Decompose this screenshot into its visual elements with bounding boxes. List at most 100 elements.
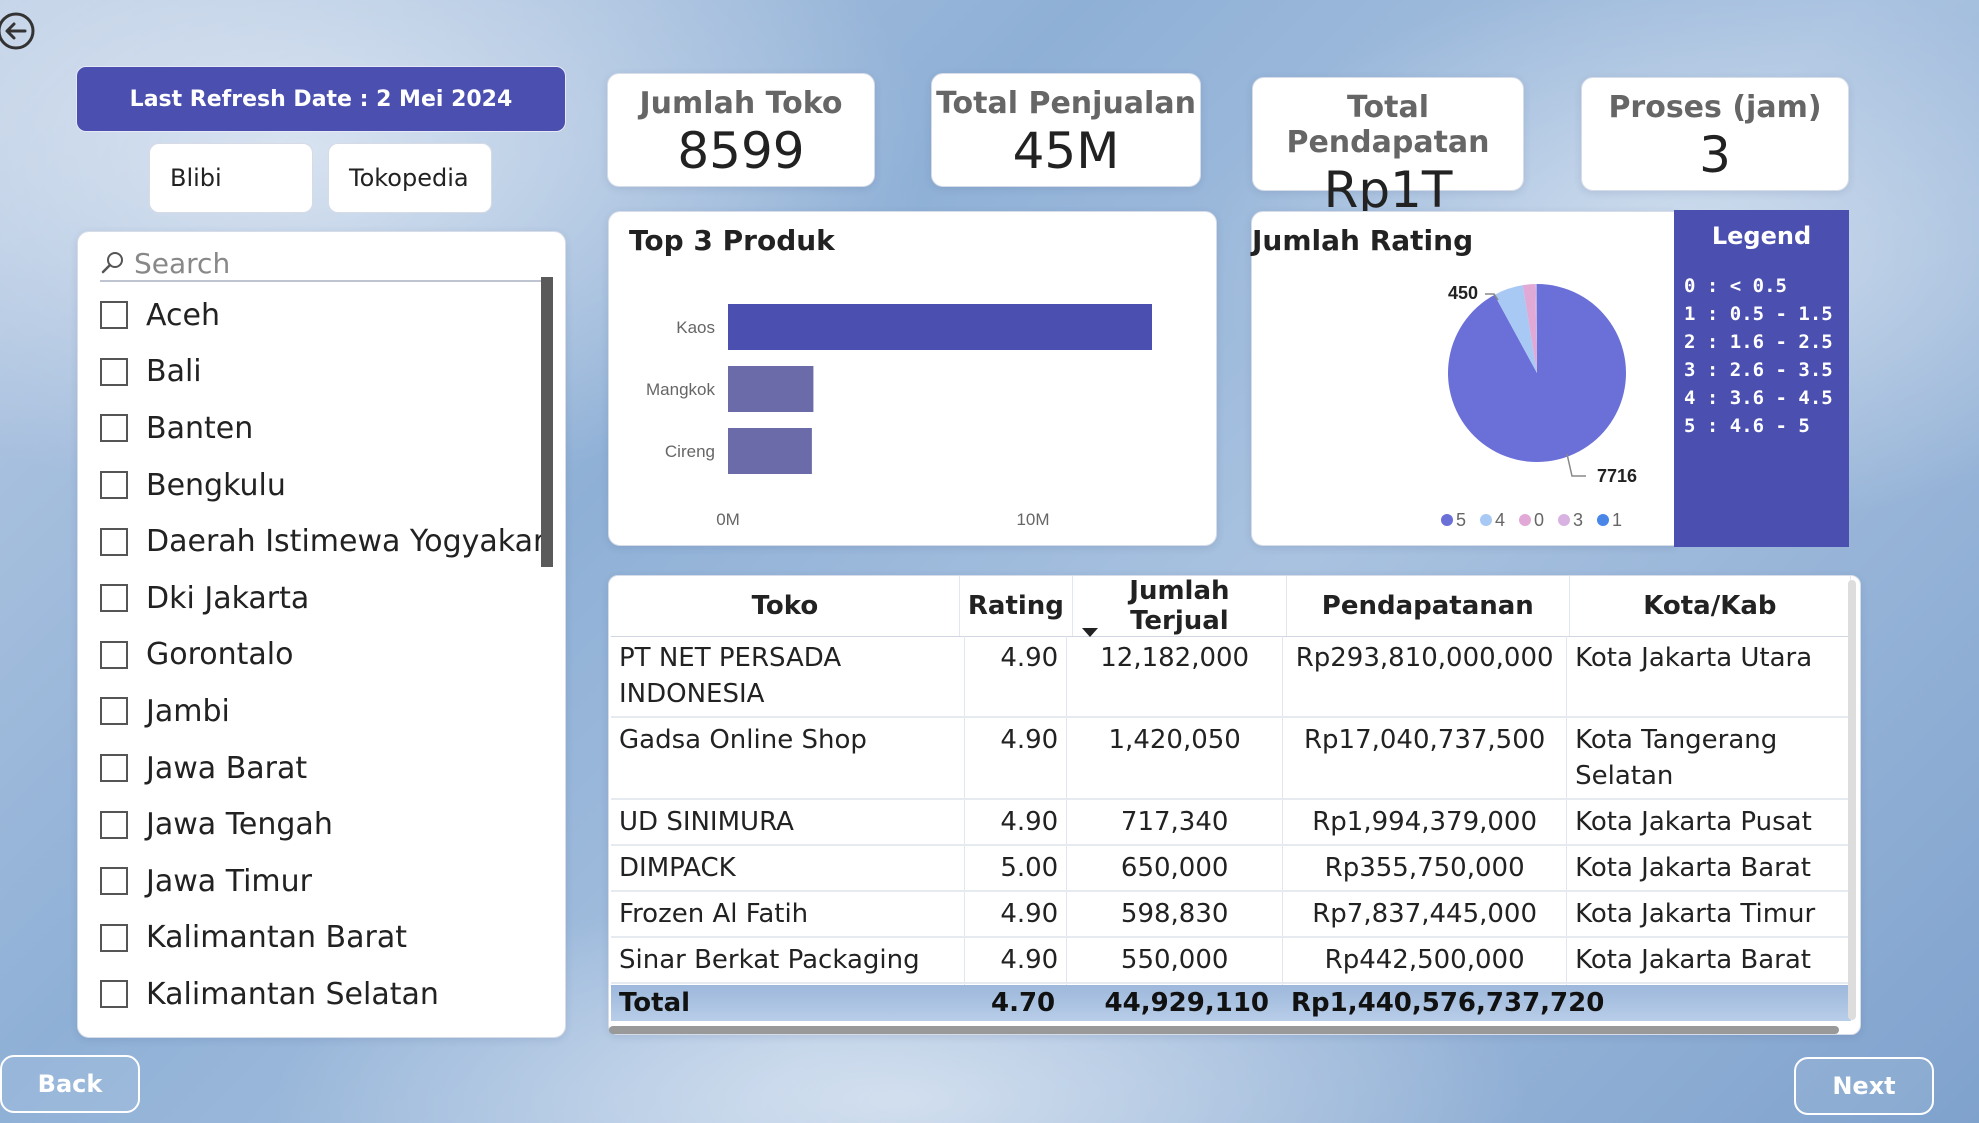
- filter-chip-blibi[interactable]: Blibi: [149, 143, 313, 213]
- store-table: Toko Rating Jumlah Terjual Pendapatanan …: [608, 575, 1861, 1035]
- checkbox[interactable]: [100, 810, 128, 839]
- cell-kota: Kota Tangerang Selatan: [1566, 717, 1851, 800]
- bar-mangkok[interactable]: [728, 366, 814, 412]
- col-header-rating[interactable]: Rating: [959, 576, 1073, 637]
- cell-pendapatan: Rp7,837,445,000: [1282, 891, 1568, 938]
- slicer-item-label: Kalimantan Selatan: [146, 976, 439, 1012]
- cell-pendapatan: Rp1,994,379,000: [1282, 799, 1568, 846]
- legend-dot-5: [1441, 514, 1453, 526]
- search-icon: [101, 252, 123, 274]
- checkbox[interactable]: [100, 754, 128, 783]
- table-horizontal-scrollbar[interactable]: [609, 1026, 1839, 1034]
- slicer-item-label: Aceh: [146, 297, 220, 333]
- slicer-item[interactable]: Gorontalo: [100, 627, 541, 684]
- slicer-item[interactable]: Jawa Barat: [100, 740, 541, 797]
- top-produk-chart: Top 3 Produk Kaos Mangkok Cireng 0M 10M: [608, 211, 1217, 546]
- legend-label: 3: [1573, 510, 1583, 530]
- slicer-item-label: Kalimantan Barat: [146, 920, 407, 956]
- cell-pendapatan: Rp17,040,737,500: [1282, 717, 1568, 800]
- store-table-body: PT NET PERSADA INDONESIA 4.90 12,182,000 Rp…: [611, 636, 1851, 985]
- cell-toko: Frozen Al Fatih: [611, 891, 966, 938]
- table-row[interactable]: Frozen Al Fatih 4.90 598,830 Rp7,837,445,00…: [611, 891, 1851, 938]
- slicer-item[interactable]: Jawa Tengah: [100, 796, 541, 853]
- cell-toko: UD SINIMURA: [611, 799, 966, 846]
- slicer-item-label: Jawa Barat: [146, 750, 308, 786]
- bar-category-label: Mangkok: [646, 380, 715, 399]
- legend-label: 0: [1534, 510, 1544, 530]
- slicer-item[interactable]: Kalimantan Barat: [100, 910, 541, 967]
- col-header-jumlah-terjual[interactable]: Jumlah Terjual: [1072, 576, 1287, 637]
- slicer-search[interactable]: Search: [100, 246, 553, 282]
- data-label-450: 450: [1448, 283, 1478, 303]
- cell-pendapatan: Rp293,810,000,000: [1282, 636, 1568, 718]
- cell-toko: Sinar Berkat Packaging: [611, 937, 966, 984]
- slicer-list: Aceh Bali Banten Bengkulu Daerah Istimewa Yo…: [100, 287, 541, 1027]
- slicer-item[interactable]: Kalimantan Selatan: [100, 966, 541, 1023]
- slicer-item[interactable]: Bali: [100, 344, 541, 401]
- table-body-viewport[interactable]: PT NET PERSADA INDONESIA 4.90 12,182,000 Rp…: [609, 636, 1854, 985]
- checkbox[interactable]: [100, 301, 128, 330]
- checkbox[interactable]: [100, 527, 128, 556]
- cell-rating: 4.90: [964, 636, 1068, 718]
- table-row[interactable]: DIMPACK 5.00 650,000 Rp355,750,000 Kota Jaka…: [611, 845, 1851, 892]
- bar-category-label: Kaos: [676, 318, 715, 337]
- slicer-item[interactable]: Dki Jakarta: [100, 570, 541, 627]
- col-header-toko[interactable]: Toko: [611, 576, 960, 637]
- filter-chip-tokopedia[interactable]: Tokopedia: [328, 143, 492, 213]
- checkbox[interactable]: [100, 584, 128, 613]
- kpi-value: 3: [1699, 126, 1731, 184]
- slicer-item[interactable]: Aceh: [100, 287, 541, 344]
- last-refresh-label: Last Refresh Date : 2 Mei 2024: [76, 66, 566, 132]
- table-row[interactable]: Sinar Berkat Packaging 4.90 550,000 Rp442,5…: [611, 937, 1851, 984]
- back-button[interactable]: Back: [0, 1055, 140, 1113]
- slicer-item[interactable]: Banten: [100, 400, 541, 457]
- bar-cireng[interactable]: [728, 428, 812, 474]
- province-slicer: Search Aceh Bali Banten Bengkulu Daerah Isti…: [77, 231, 566, 1038]
- table-row[interactable]: PT NET PERSADA INDONESIA 4.90 12,182,000 Rp…: [611, 636, 1851, 718]
- search-input[interactable]: Search: [134, 247, 230, 280]
- col-header-kota[interactable]: Kota/Kab: [1569, 576, 1852, 637]
- col-header-pendapatanan[interactable]: Pendapatanan: [1286, 576, 1570, 637]
- x-tick-label: 10M: [1016, 510, 1049, 529]
- data-label-7716: 7716: [1597, 466, 1637, 486]
- checkbox[interactable]: [100, 923, 128, 952]
- next-button[interactable]: Next: [1794, 1057, 1934, 1115]
- slicer-item[interactable]: Jawa Timur: [100, 853, 541, 910]
- legend-item: 1 : 0.5 - 1.5: [1684, 303, 1833, 325]
- cell-kota: Kota Jakarta Barat: [1566, 845, 1851, 892]
- checkbox[interactable]: [100, 980, 128, 1009]
- slicer-item-label: Bali: [146, 354, 202, 390]
- slicer-item[interactable]: Jambi: [100, 683, 541, 740]
- checkbox[interactable]: [100, 414, 128, 443]
- legend-dot-1: [1597, 514, 1609, 526]
- cell-jumlah-terjual: 1,420,050: [1066, 717, 1284, 800]
- back-arrow-icon[interactable]: [0, 10, 38, 52]
- slicer-item-label: Jambi: [146, 693, 230, 729]
- table-row[interactable]: UD SINIMURA 4.90 717,340 Rp1,994,379,000 Kot…: [611, 799, 1851, 846]
- slicer-scrollbar[interactable]: [541, 277, 553, 567]
- bar-chart-svg: Kaos Mangkok Cireng 0M 10M: [646, 304, 1152, 529]
- legend-title: Legend: [1711, 222, 1812, 250]
- legend-label: 1: [1612, 510, 1622, 530]
- slicer-item[interactable]: Bengkulu: [100, 457, 541, 514]
- checkbox[interactable]: [100, 357, 128, 386]
- kpi-value: 45M: [1012, 122, 1120, 180]
- checkbox[interactable]: [100, 697, 128, 726]
- slicer-item-label: Jawa Timur: [146, 863, 312, 899]
- table-vertical-scrollbar[interactable]: [1848, 580, 1856, 1020]
- cell-pendapatan: Rp355,750,000: [1282, 845, 1568, 892]
- legend-dot-3: [1558, 514, 1570, 526]
- kpi-label: Jumlah Toko: [639, 86, 843, 121]
- checkbox[interactable]: [100, 867, 128, 896]
- kpi-label: Total Penjualan: [936, 86, 1196, 121]
- bar-category-label: Cireng: [665, 442, 715, 461]
- legend-dot-4: [1480, 514, 1492, 526]
- legend-item: 2 : 1.6 - 2.5: [1684, 331, 1833, 353]
- cell-toko: DIMPACK: [611, 845, 966, 892]
- checkbox[interactable]: [100, 471, 128, 500]
- bar-kaos[interactable]: [728, 304, 1152, 350]
- x-tick-label: 0M: [716, 510, 740, 529]
- table-row[interactable]: Gadsa Online Shop 4.90 1,420,050 Rp17,040,7…: [611, 717, 1851, 800]
- slicer-item[interactable]: Daerah Istimewa Yogyakarta: [100, 513, 541, 570]
- checkbox[interactable]: [100, 640, 128, 669]
